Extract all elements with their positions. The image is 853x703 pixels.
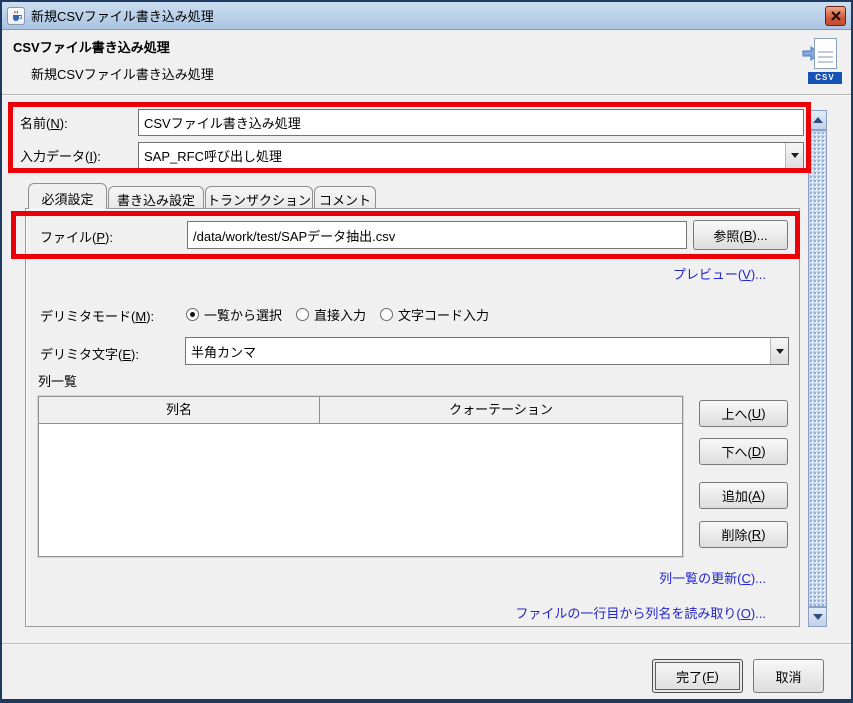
radio-unchecked-icon: [296, 308, 309, 321]
radio-char-code-input[interactable]: 文字コード入力: [380, 305, 489, 324]
header-separator: [2, 94, 851, 96]
tab-comment[interactable]: コメント: [314, 186, 376, 208]
chevron-down-icon: [785, 143, 803, 168]
column-header-quotation[interactable]: クォーテーション: [320, 397, 682, 423]
page-subtitle: 新規CSVファイル書き込み処理: [31, 64, 214, 83]
delimiter-char-value: 半角カンマ: [191, 338, 256, 364]
preview-link[interactable]: プレビュー(V)...: [673, 264, 766, 283]
scroll-up-button[interactable]: [808, 110, 827, 130]
tab-write-settings[interactable]: 書き込み設定: [108, 186, 204, 208]
chevron-up-icon: [813, 117, 823, 123]
name-label: 名前(N):: [20, 113, 68, 132]
refresh-columns-link[interactable]: 列一覧の更新(C)...: [659, 568, 766, 587]
tab-transaction[interactable]: トランザクション: [205, 186, 313, 208]
close-icon: [831, 11, 841, 21]
delimiter-mode-group: 一覧から選択 直接入力 文字コード入力: [186, 305, 489, 324]
input-data-select[interactable]: SAP_RFC呼び出し処理: [138, 142, 804, 169]
tab-required-settings[interactable]: 必須設定: [28, 183, 107, 209]
radio-direct-input[interactable]: 直接入力: [296, 305, 366, 324]
input-data-value: SAP_RFC呼び出し処理: [144, 143, 282, 168]
footer-separator: [2, 643, 851, 645]
delimiter-char-select[interactable]: 半角カンマ: [185, 337, 789, 365]
file-path-input[interactable]: [187, 221, 687, 249]
input-data-label: 入力データ(I):: [20, 146, 101, 165]
document-icon: [814, 38, 837, 69]
close-button[interactable]: [825, 6, 846, 26]
radio-select-from-list[interactable]: 一覧から選択: [186, 305, 282, 324]
read-first-row-link[interactable]: ファイルの一行目から列名を読み取り(O)...: [515, 603, 766, 622]
vertical-scrollbar[interactable]: [808, 110, 827, 627]
finish-button[interactable]: 完了(F): [652, 659, 743, 693]
move-down-button[interactable]: 下へ(D): [699, 438, 788, 465]
chevron-down-icon: [813, 614, 823, 620]
titlebar: 新規CSVファイル書き込み処理: [2, 2, 851, 30]
column-table-body[interactable]: [39, 424, 682, 556]
radio-unchecked-icon: [380, 308, 393, 321]
move-up-button[interactable]: 上へ(U): [699, 400, 788, 427]
delimiter-mode-label: デリミタモード(M):: [40, 306, 154, 325]
browse-button[interactable]: 参照(B)...: [693, 220, 788, 250]
cancel-button[interactable]: 取消: [753, 659, 824, 693]
add-button[interactable]: 追加(A): [699, 482, 788, 509]
dialog-window: 新規CSVファイル書き込み処理 CSVファイル書き込み処理 新規CSVファイル書…: [0, 0, 853, 703]
scroll-down-button[interactable]: [808, 607, 827, 627]
radio-checked-icon: [186, 308, 199, 321]
page-title: CSVファイル書き込み処理: [13, 37, 170, 56]
window-title: 新規CSVファイル書き込み処理: [31, 6, 214, 25]
file-label: ファイル(P):: [40, 227, 113, 246]
delete-button[interactable]: 削除(R): [699, 521, 788, 548]
column-list-label: 列一覧: [38, 371, 77, 390]
name-input[interactable]: [138, 109, 804, 136]
csv-badge: CSV: [808, 72, 842, 84]
chevron-down-icon: [770, 338, 788, 364]
csv-file-icon: CSV: [802, 38, 844, 84]
scrollbar-thumb[interactable]: [808, 130, 827, 607]
column-table: 列名 クォーテーション: [38, 396, 683, 557]
column-header-name[interactable]: 列名: [39, 397, 320, 423]
java-app-icon: [7, 7, 25, 25]
column-table-header: 列名 クォーテーション: [39, 397, 682, 424]
delimiter-char-label: デリミタ文字(E):: [40, 344, 139, 363]
